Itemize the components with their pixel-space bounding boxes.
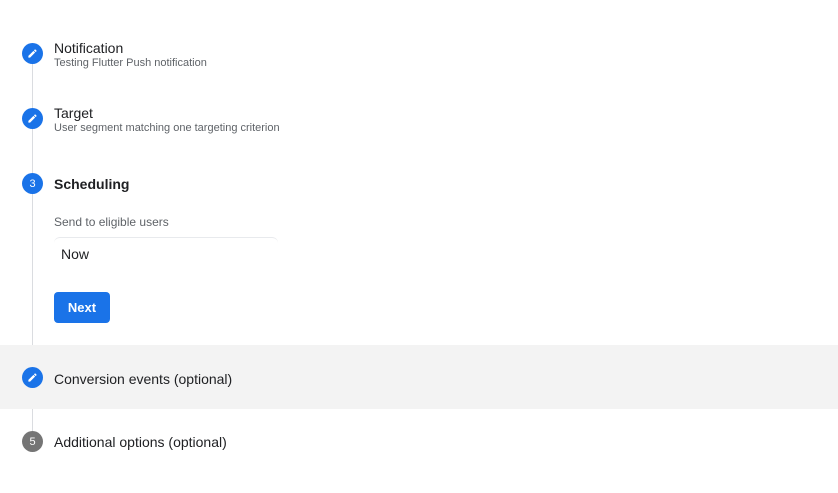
step-number-badge: 5 [22, 431, 43, 452]
pencil-icon [22, 43, 43, 64]
step-title: Target [54, 105, 93, 121]
step-subtitle: Testing Flutter Push notification [54, 57, 207, 69]
send-to-eligible-users-label: Send to eligible users [54, 215, 169, 229]
pencil-icon [22, 108, 43, 129]
schedule-select-value: Now [61, 246, 90, 262]
step-number-badge: 3 [22, 173, 43, 194]
stepper-connector [32, 64, 33, 108]
stepper-connector [32, 194, 33, 366]
campaign-stepper: Notification Testing Flutter Push notifi… [0, 0, 838, 493]
pencil-icon [22, 367, 43, 388]
step-title: Scheduling [54, 176, 130, 192]
next-button[interactable]: Next [54, 292, 110, 323]
stepper-connector [32, 129, 33, 173]
step-title: Additional options (optional) [54, 434, 227, 450]
schedule-select[interactable]: Now [54, 237, 278, 269]
step-subtitle: User segment matching one targeting crit… [54, 122, 280, 134]
step-title: Notification [54, 40, 124, 56]
step-title: Conversion events (optional) [54, 371, 233, 387]
